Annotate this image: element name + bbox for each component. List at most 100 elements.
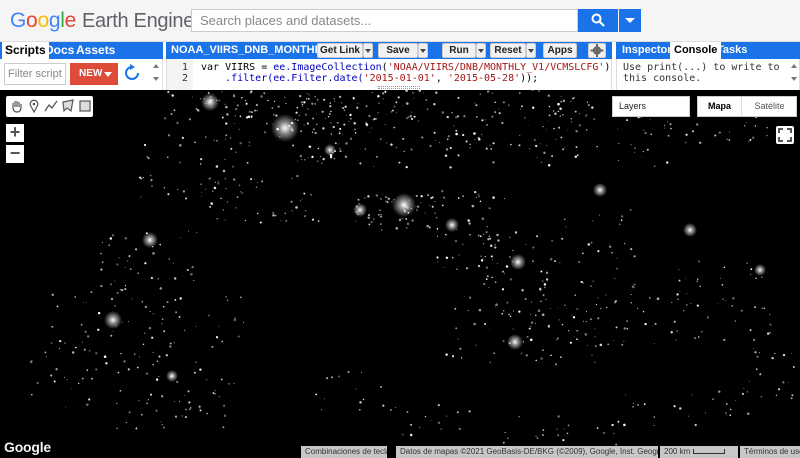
keyboard-shortcuts-link[interactable]: Combinaciones de teclas: [301, 446, 387, 458]
city-light: [355, 388, 357, 390]
map-type-map-button[interactable]: Mapa: [698, 97, 742, 116]
city-light: [443, 266, 445, 268]
run-dropdown[interactable]: [476, 43, 486, 58]
city-light: [365, 123, 368, 126]
city-light: [232, 165, 234, 168]
city-light: [566, 432, 569, 435]
city-light: [179, 144, 182, 147]
city-light: [504, 431, 506, 434]
city-light: [301, 106, 303, 107]
city-light: [224, 177, 227, 180]
city-light: [754, 125, 757, 127]
city-light: [100, 268, 103, 271]
city-light: [119, 389, 122, 392]
city-light: [330, 122, 332, 124]
tab-assets[interactable]: Assets: [73, 42, 118, 59]
code-content[interactable]: var VIIRS = ee.ImageCollection('NOAA/VII…: [201, 62, 610, 84]
console-scrollbar[interactable]: [789, 61, 799, 87]
city-light: [144, 262, 147, 265]
city-light: [161, 395, 164, 398]
city-light: [224, 158, 226, 161]
city-light: [239, 115, 242, 118]
city-light: [455, 129, 458, 132]
save-button[interactable]: Save: [378, 43, 418, 58]
city-light: [666, 121, 669, 123]
code-line[interactable]: var VIIRS = ee.ImageCollection('NOAA/VII…: [201, 62, 610, 73]
city-light: [127, 320, 129, 322]
search-input[interactable]: [191, 9, 578, 32]
tab-inspector[interactable]: Inspector: [618, 42, 676, 59]
city-light: [186, 188, 188, 190]
city-light: [312, 117, 315, 120]
city-light: [501, 288, 505, 291]
city-light: [460, 357, 463, 359]
city-light: [114, 280, 116, 282]
apps-button[interactable]: Apps: [543, 43, 577, 58]
run-button[interactable]: Run: [442, 43, 476, 58]
hand-icon[interactable]: [10, 99, 24, 113]
polygon-icon[interactable]: [61, 99, 75, 113]
get-link-button[interactable]: Get Link: [317, 43, 363, 58]
city-light: [225, 187, 227, 190]
line-icon[interactable]: [44, 99, 58, 113]
city-light: [114, 304, 116, 307]
city-light: [670, 330, 673, 334]
city-light: [436, 235, 439, 238]
zoom-out-button[interactable]: −: [6, 144, 24, 163]
city-light: [567, 424, 570, 427]
map-scale[interactable]: 200 km: [660, 446, 738, 458]
settings-button[interactable]: [588, 43, 606, 58]
city-light: [225, 122, 228, 125]
reset-dropdown[interactable]: [526, 43, 536, 58]
city-light: [540, 270, 543, 273]
city-light: [368, 223, 371, 226]
city-light: [71, 388, 73, 390]
search-button[interactable]: [578, 9, 618, 32]
save-dropdown[interactable]: [418, 43, 428, 58]
city-light: [290, 121, 294, 125]
city-light: [509, 278, 513, 281]
city-light: [315, 113, 317, 115]
city-light: [299, 200, 301, 202]
city-light: [116, 427, 118, 430]
terms-of-use-link[interactable]: Términos de uso: [740, 446, 800, 458]
city-light: [402, 105, 403, 107]
search-options-dropdown[interactable]: [619, 9, 641, 32]
city-light: [479, 200, 482, 203]
map-type-satellite-button[interactable]: Satélite: [743, 97, 796, 116]
rectangle-icon[interactable]: [78, 99, 92, 113]
fullscreen-button[interactable]: [776, 126, 794, 144]
city-light: [272, 123, 274, 125]
reset-button[interactable]: Reset: [490, 43, 526, 58]
zoom-in-button[interactable]: +: [6, 123, 24, 142]
city-light: [483, 243, 485, 245]
refresh-icon[interactable]: [124, 64, 140, 82]
city-light: [235, 107, 238, 111]
city-glow: [683, 223, 697, 237]
layers-button[interactable]: Layers: [612, 96, 690, 117]
city-light: [176, 380, 179, 384]
city-light: [311, 155, 314, 159]
city-light: [685, 277, 687, 279]
city-light: [496, 233, 499, 237]
city-light: [256, 110, 258, 112]
tab-tasks[interactable]: Tasks: [713, 42, 751, 59]
new-script-button[interactable]: NEW: [70, 63, 118, 85]
city-light: [379, 215, 383, 218]
google-earth-engine-logo[interactable]: Google Earth Engine: [10, 9, 194, 33]
marker-icon[interactable]: [27, 99, 41, 113]
filter-scripts-input[interactable]: [4, 63, 66, 85]
code-line[interactable]: .filter(ee.Filter.date('2015-01-01', '20…: [201, 73, 610, 84]
city-light: [554, 260, 556, 263]
city-light: [626, 119, 629, 122]
get-link-dropdown[interactable]: [363, 43, 373, 58]
city-light: [407, 211, 410, 214]
city-light: [560, 136, 563, 139]
city-light: [208, 314, 210, 317]
panel-splitter-handle[interactable]: [378, 86, 420, 89]
scripts-scrollbar[interactable]: [151, 61, 161, 87]
map-view[interactable]: + − Layers Mapa Satélite Google Combinac…: [0, 90, 800, 458]
city-light: [649, 118, 651, 120]
city-light: [462, 195, 464, 198]
city-light: [255, 103, 259, 107]
